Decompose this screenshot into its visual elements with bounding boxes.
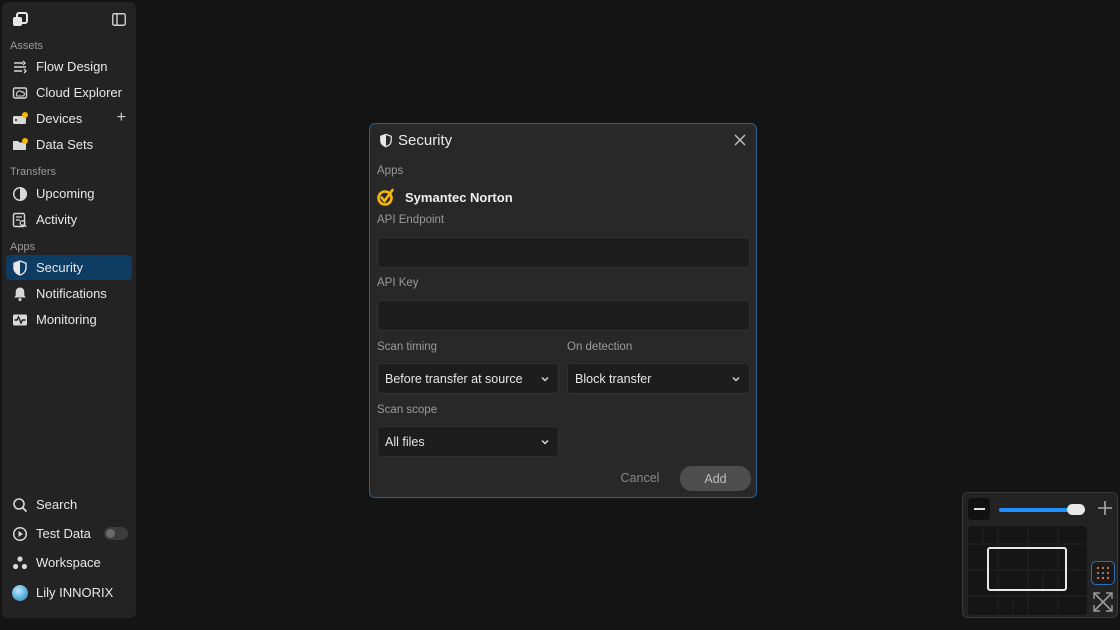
cloud-folder-icon <box>12 85 28 101</box>
flow-icon <box>12 59 28 75</box>
chevron-down-icon <box>541 376 549 382</box>
search-icon <box>12 497 28 513</box>
chevron-down-icon <box>732 376 740 382</box>
scan-timing-value: Before transfer at source <box>385 371 523 386</box>
play-circle-icon <box>12 526 28 542</box>
selected-app: Symantec Norton <box>377 186 513 208</box>
dot-grid-icon <box>1096 566 1110 580</box>
minus-icon <box>973 508 985 510</box>
sidebar-item-label: Flow Design <box>36 59 108 74</box>
on-detection-value: Block transfer <box>575 371 652 386</box>
shield-icon <box>380 133 392 148</box>
activity-log-icon <box>12 212 28 228</box>
sidebar-item-flow-design[interactable]: Flow Design <box>6 54 132 79</box>
sidebar-item-activity[interactable]: Activity <box>6 207 132 232</box>
device-icon <box>12 111 28 127</box>
app-logo-icon[interactable] <box>12 12 28 28</box>
add-button[interactable]: Add <box>680 466 751 491</box>
scan-scope-label: Scan scope <box>377 404 438 416</box>
sidebar-item-label: Activity <box>36 212 78 227</box>
sidebar-item-label: Notifications <box>36 286 107 301</box>
sidebar-item-user[interactable]: Lily INNORIX <box>6 580 132 605</box>
sidebar-item-monitoring[interactable]: Monitoring <box>6 307 132 332</box>
sidebar-item-label: Data Sets <box>36 137 94 152</box>
test-data-toggle[interactable] <box>104 527 128 540</box>
user-avatar-icon <box>12 584 28 601</box>
sidebar-item-label: Lily INNORIX <box>36 585 114 600</box>
monitor-pulse-icon <box>12 312 28 328</box>
app-name: Symantec Norton <box>405 189 513 205</box>
cancel-button[interactable]: Cancel <box>616 467 664 489</box>
sidebar-item-test-data[interactable]: Test Data <box>6 521 132 546</box>
apps-label: Apps <box>377 165 404 177</box>
sidebar-item-notifications[interactable]: Notifications <box>6 281 132 306</box>
minimap-viewport[interactable] <box>987 547 1067 591</box>
bell-icon <box>12 286 28 302</box>
sidebar-item-label: Upcoming <box>36 186 95 201</box>
sidebar-item-label: Security <box>36 260 83 275</box>
shield-icon <box>12 259 28 276</box>
norton-check-icon <box>377 188 394 206</box>
api-key-label: API Key <box>377 277 419 289</box>
on-detection-select[interactable]: Block transfer <box>567 363 750 394</box>
scan-timing-label: Scan timing <box>377 341 438 353</box>
security-dialog: Security Apps Symantec Norton API Endpoi… <box>369 123 757 498</box>
scan-scope-select[interactable]: All files <box>377 426 559 457</box>
api-endpoint-input[interactable] <box>377 237 750 268</box>
sidebar-item-label: Test Data <box>36 526 91 541</box>
section-label-apps: Apps <box>10 241 36 253</box>
minimap-panel <box>962 492 1118 618</box>
fit-view-icon[interactable] <box>1091 590 1115 614</box>
sidebar-item-label: Workspace <box>36 555 101 570</box>
sidebar-item-devices[interactable]: Devices + <box>6 106 132 131</box>
sidebar-item-label: Cloud Explorer <box>36 85 122 100</box>
on-detection-label: On detection <box>567 341 633 353</box>
zoom-out-button[interactable] <box>968 498 990 520</box>
sidebar-item-cloud-explorer[interactable]: Cloud Explorer <box>6 80 132 105</box>
scan-timing-select[interactable]: Before transfer at source <box>377 363 559 394</box>
avatar <box>12 584 28 601</box>
sidebar-header <box>2 2 136 36</box>
api-key-input[interactable] <box>377 300 750 331</box>
grid-toggle-button[interactable] <box>1091 561 1115 585</box>
zoom-slider-handle[interactable] <box>1067 504 1085 515</box>
dialog-title: Security <box>398 132 453 149</box>
dialog-header: Security <box>370 124 756 158</box>
add-device-icon[interactable]: + <box>117 109 126 127</box>
workspace-icon <box>12 555 28 571</box>
folder-icon <box>12 137 28 153</box>
sidebar-item-upcoming[interactable]: Upcoming <box>6 181 132 206</box>
panel-toggle-icon[interactable] <box>112 13 126 26</box>
close-icon[interactable] <box>733 133 747 147</box>
sidebar-item-search[interactable]: Search <box>6 492 132 517</box>
sidebar-item-label: Devices <box>36 111 83 126</box>
api-endpoint-label: API Endpoint <box>377 214 445 226</box>
section-label-transfers: Transfers <box>10 166 57 178</box>
sidebar-item-label: Monitoring <box>36 312 97 327</box>
minimap-canvas[interactable] <box>968 526 1087 615</box>
sidebar-item-label: Search <box>36 497 78 512</box>
sidebar-item-data-sets[interactable]: Data Sets <box>6 132 132 157</box>
section-label-assets: Assets <box>10 40 44 52</box>
sidebar-item-workspace[interactable]: Workspace <box>6 550 132 575</box>
chevron-down-icon <box>541 439 549 445</box>
zoom-in-icon[interactable] <box>1096 499 1114 517</box>
sidebar-item-security[interactable]: Security <box>6 255 132 280</box>
sidebar: Assets Flow Design Cloud Explorer Device… <box>2 2 136 618</box>
clock-icon <box>12 186 28 202</box>
scan-scope-value: All files <box>385 434 425 449</box>
